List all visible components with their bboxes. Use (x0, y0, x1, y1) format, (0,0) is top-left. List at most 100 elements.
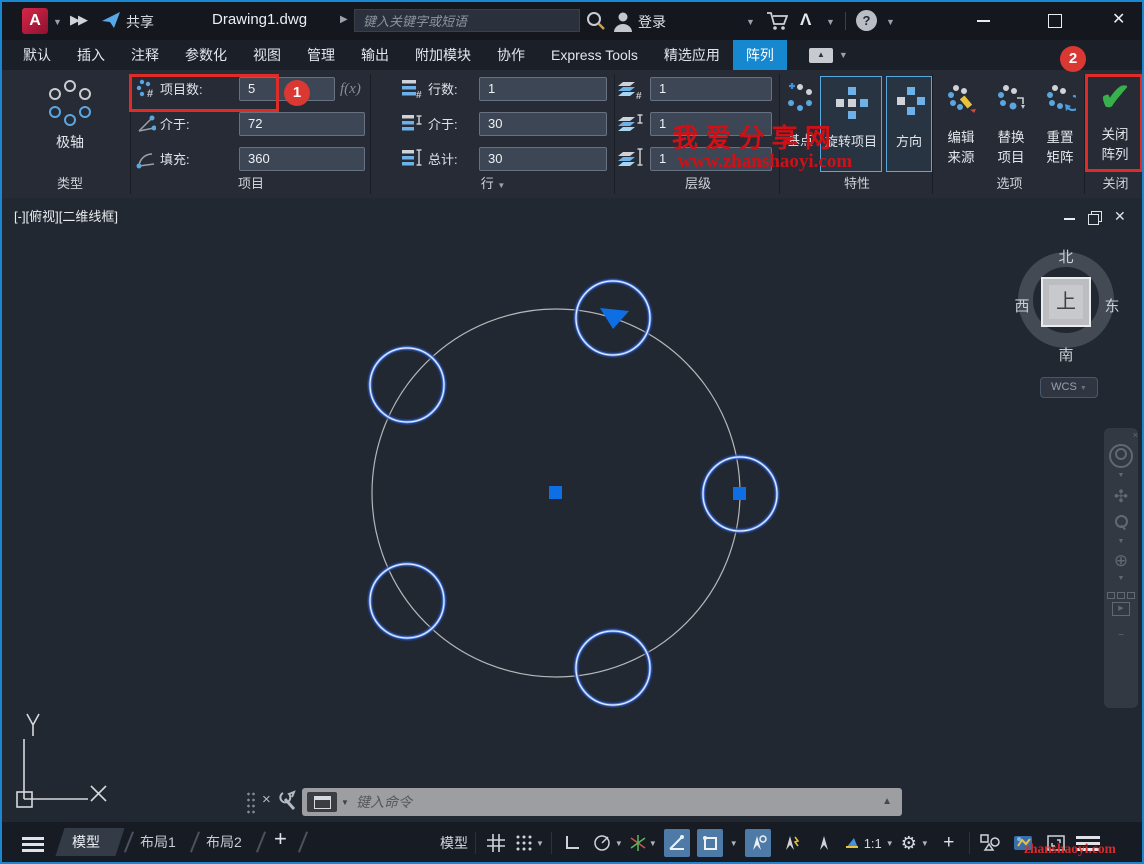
replace-item-button[interactable]: 替换 项目 (988, 76, 1034, 172)
viewcube-west[interactable]: 西 (1002, 295, 1042, 316)
viewcube-top-face[interactable]: 上 (1041, 277, 1091, 327)
quick-access-expand-icon[interactable]: ▶▶ (70, 12, 86, 28)
annotation-scale-button[interactable]: 1:1 ▼ (844, 829, 894, 857)
tab-view[interactable]: 视图 (240, 40, 294, 70)
drawing-canvas[interactable] (2, 198, 1142, 822)
search-icon[interactable] (586, 11, 606, 31)
fill-angle-input[interactable]: 360 (239, 147, 365, 171)
polar-caret-icon[interactable]: ▼ (615, 839, 623, 848)
edit-source-button[interactable]: 编辑 来源 (938, 76, 984, 172)
command-input[interactable]: 键入命令 (356, 788, 412, 816)
tab-parametric[interactable]: 参数化 (172, 40, 240, 70)
snap-mode-toggle[interactable]: ▼ (516, 829, 544, 857)
ortho-mode-toggle[interactable] (559, 829, 585, 857)
orbit-caret-icon[interactable]: ▼ (1104, 575, 1138, 582)
wcs-dropdown[interactable]: WCS ▼ (1040, 377, 1098, 398)
commandbar-drag-grip[interactable] (246, 791, 256, 815)
dynamic-input-toggle[interactable] (778, 829, 804, 857)
settings-gear-icon[interactable]: ⚙ ▼ (901, 829, 929, 857)
viewcube-south[interactable]: 南 (1046, 344, 1086, 365)
navbar-caret-icon[interactable]: ▼ (1104, 472, 1138, 479)
commandbar-wrench-icon[interactable] (278, 790, 298, 812)
pan-icon[interactable]: ✣ (1104, 487, 1138, 507)
tab-annotate[interactable]: 注释 (118, 40, 172, 70)
level-count-input[interactable]: 1 (650, 77, 772, 101)
window-minimize-button[interactable] (977, 20, 990, 22)
reset-array-button[interactable]: 重置 矩阵 (1037, 76, 1083, 172)
signin-caret-icon[interactable]: ▼ (746, 17, 755, 27)
direction-button[interactable]: 方向 (886, 76, 932, 172)
cart-icon[interactable] (766, 11, 788, 31)
settings-caret-icon[interactable]: ▼ (921, 839, 929, 848)
orbit-icon[interactable]: ⊕ (1104, 551, 1138, 571)
isolate-objects-button[interactable] (977, 829, 1003, 857)
panel-footer-rows[interactable]: 行 ▼ (372, 174, 614, 194)
tab-collaborate[interactable]: 协作 (484, 40, 538, 70)
help-caret-icon[interactable]: ▼ (886, 17, 895, 27)
model-space-tab[interactable]: 模型 (72, 829, 100, 855)
tab-manage[interactable]: 管理 (294, 40, 348, 70)
tab-insert[interactable]: 插入 (64, 40, 118, 70)
polar-array-icon[interactable] (46, 80, 94, 128)
scale-caret-icon[interactable]: ▼ (886, 839, 894, 848)
base-point-icon[interactable] (785, 82, 815, 112)
viewcube-north[interactable]: 北 (1046, 246, 1086, 267)
object-snap-tracking-toggle-on[interactable] (745, 829, 771, 857)
layout1-tab[interactable]: 布局1 (140, 829, 176, 855)
isodraft-caret-icon[interactable]: ▼ (649, 839, 657, 848)
zoom-caret-icon[interactable]: ▼ (1104, 538, 1138, 545)
model-paper-toggle[interactable]: 模型 (440, 833, 468, 853)
autocad-app-icon[interactable]: A (22, 8, 48, 34)
tab-addins[interactable]: 附加模块 (402, 40, 484, 70)
commandbar-close-icon[interactable]: × (262, 791, 271, 808)
navbar-minus-icon[interactable]: − (1104, 630, 1138, 641)
viewport-controls[interactable]: [-][俯视][二维线框] (14, 206, 118, 225)
command-line-bar[interactable]: ▼ 键入命令 ▲ (302, 788, 902, 816)
add-status-button[interactable]: + (936, 829, 962, 857)
osnap-angle-toggle-on[interactable] (664, 829, 690, 857)
navbar-close-icon[interactable]: × (1104, 428, 1142, 440)
user-icon[interactable] (612, 10, 634, 32)
showmotion-icon[interactable] (1104, 592, 1138, 599)
snap-caret-icon[interactable]: ▼ (536, 839, 544, 848)
share-button[interactable]: 共享 (126, 12, 154, 32)
viewcube-east[interactable]: 东 (1092, 295, 1132, 316)
angle-between-input[interactable]: 72 (239, 112, 365, 136)
fx-expression-button[interactable]: f(x) (340, 77, 361, 101)
command-expand-icon[interactable]: ▲ (882, 796, 892, 807)
selection-cycling-toggle[interactable] (811, 829, 837, 857)
tab-array-active[interactable]: 阵列 (733, 40, 787, 70)
window-close-button[interactable]: ✕ (1112, 12, 1125, 28)
search-expand-icon[interactable]: ▶ (340, 14, 348, 25)
viewport-restore-button[interactable] (1088, 211, 1102, 225)
command-customize-button[interactable] (307, 792, 337, 812)
navigation-bar[interactable]: × ▼ ✣ ▼ ⊕ ▼ ▶ − (1104, 428, 1138, 708)
tab-default[interactable]: 默认 (10, 40, 64, 70)
polar-tracking-toggle[interactable]: ▼ (592, 829, 623, 857)
viewport-close-button[interactable]: ✕ (1114, 208, 1126, 225)
rows-footer-caret-icon[interactable]: ▼ (497, 181, 505, 190)
row-count-input[interactable]: 1 (479, 77, 607, 101)
row-total-input[interactable]: 30 (479, 147, 607, 171)
tab-featured-apps[interactable]: 精选应用 (651, 40, 733, 70)
annotation-scale-value[interactable]: 1:1 (864, 836, 882, 851)
showmotion-play-icon[interactable]: ▶ (1112, 602, 1130, 616)
tab-output[interactable]: 输出 (348, 40, 402, 70)
viewport-minimize-button[interactable] (1064, 218, 1075, 220)
tab-express-tools[interactable]: Express Tools (538, 40, 651, 70)
layout-menu-icon[interactable] (22, 834, 44, 855)
object-snap-toggle-on[interactable] (697, 829, 723, 857)
autodesk-caret-icon[interactable]: ▼ (826, 17, 835, 27)
app-menu-caret-icon[interactable]: ▼ (53, 17, 62, 27)
ribbon-collapse-button[interactable]: ▲ (809, 48, 833, 63)
polar-button-label[interactable]: 极轴 (10, 132, 130, 152)
new-layout-button[interactable]: + (274, 826, 287, 852)
osnap-caret-icon[interactable]: ▼ (730, 839, 738, 848)
grid-display-toggle[interactable] (483, 829, 509, 857)
command-caret-icon[interactable]: ▼ (341, 798, 349, 807)
search-input[interactable]: 键入关键字或短语 (354, 9, 580, 32)
help-icon[interactable]: ? (856, 10, 877, 31)
ribbon-collapse-caret-icon[interactable]: ▼ (839, 50, 848, 60)
autodesk-logo-icon[interactable]: Λ (800, 10, 811, 30)
zoom-icon[interactable] (1104, 515, 1138, 534)
